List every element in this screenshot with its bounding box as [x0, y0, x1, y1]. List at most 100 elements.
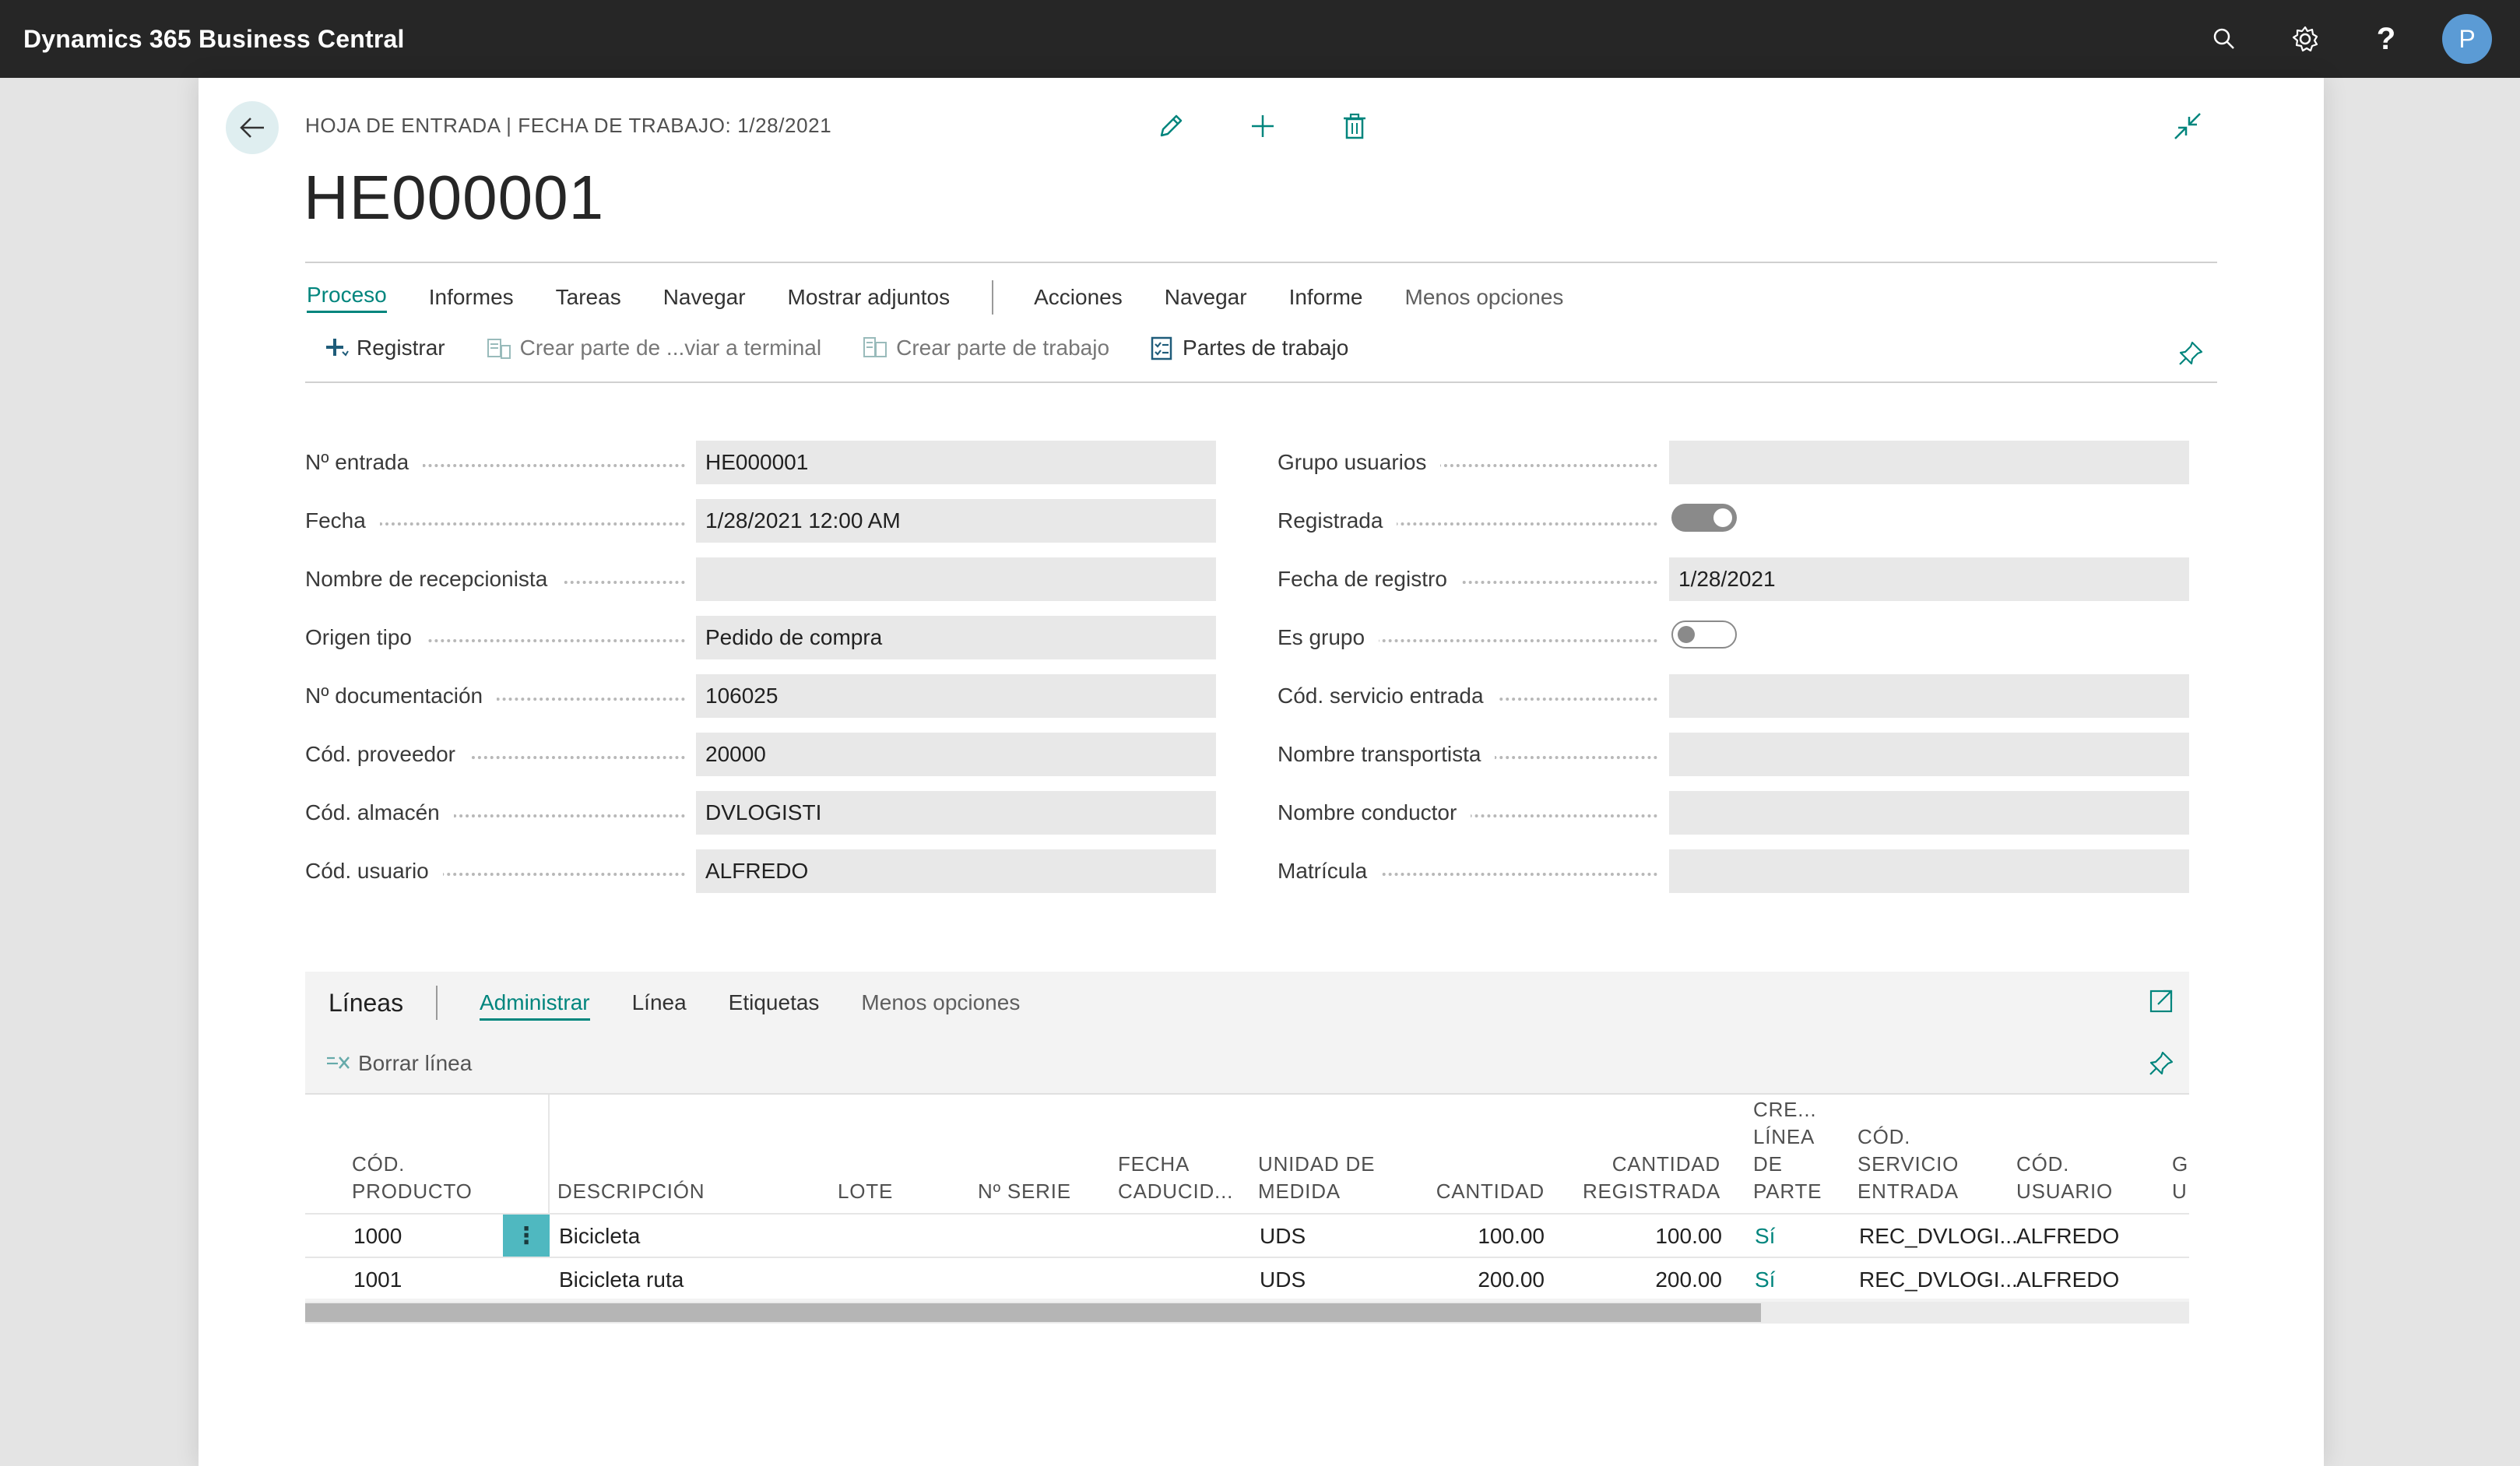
- checklist-icon: [1150, 335, 1175, 361]
- cell-unidad-medida[interactable]: UDS: [1260, 1224, 1306, 1249]
- tab-etiquetas[interactable]: Etiquetas: [729, 990, 820, 1021]
- app-title[interactable]: Dynamics 365 Business Central: [23, 25, 405, 54]
- new-plus-icon[interactable]: [1244, 107, 1281, 145]
- cell-cod-usuario[interactable]: ALFREDO: [2016, 1267, 2119, 1292]
- tab-linea[interactable]: Línea: [632, 990, 687, 1021]
- cell-cod-servicio-entrada[interactable]: REC_DVLOGI...: [1859, 1224, 2018, 1249]
- n-entrada-value[interactable]: HE000001: [696, 441, 1216, 484]
- crear-parte-terminal-button[interactable]: Crear parte de ...viar a terminal: [486, 335, 821, 361]
- cell-cod-usuario[interactable]: ALFREDO: [2016, 1224, 2119, 1249]
- search-icon[interactable]: [2199, 14, 2249, 64]
- tab-navegar[interactable]: Navegar: [663, 285, 746, 310]
- delete-trash-icon[interactable]: [1336, 107, 1373, 145]
- cod-proveedor-value[interactable]: 20000: [696, 733, 1216, 776]
- column-header-n-serie[interactable]: Nº SERIE: [978, 1178, 1071, 1205]
- column-header-cod-producto[interactable]: CÓD. PRODUCTO: [352, 1151, 473, 1205]
- tab-navegar-2[interactable]: Navegar: [1165, 285, 1247, 310]
- tab-acciones[interactable]: Acciones: [1034, 285, 1123, 310]
- user-avatar[interactable]: P: [2442, 14, 2492, 64]
- cell-crea-linea-parte[interactable]: Sí: [1755, 1224, 1775, 1249]
- field-cod-proveedor: Cód. proveedor: [305, 733, 685, 776]
- cell-cod-producto[interactable]: 1000: [353, 1224, 402, 1249]
- cod-almacen-value[interactable]: DVLOGISTI: [696, 791, 1216, 835]
- field-registrada: Registrada: [1278, 499, 1657, 543]
- cell-descripcion[interactable]: Bicicleta: [559, 1224, 640, 1249]
- breadcrumb: HOJA DE ENTRADA | FECHA DE TRABAJO: 1/28…: [305, 114, 832, 137]
- matricula-input[interactable]: [1669, 849, 2189, 893]
- help-icon[interactable]: ?: [2361, 14, 2411, 64]
- column-header-cod-servicio-entrada[interactable]: CÓD. SERVICIO ENTRADA: [1857, 1123, 1959, 1205]
- menu-separator: [992, 280, 994, 315]
- partes-trabajo-button[interactable]: Partes de trabajo: [1150, 335, 1348, 361]
- collapse-icon[interactable]: [2172, 111, 2209, 148]
- column-header-lote[interactable]: LOTE: [838, 1178, 893, 1205]
- field-nombre-recepcionista: Nombre de recepcionista: [305, 557, 685, 601]
- tab-proceso[interactable]: Proceso: [307, 283, 387, 313]
- column-header-descripcion[interactable]: DESCRIPCIÓN: [557, 1178, 705, 1205]
- delete-line-icon: [325, 1053, 350, 1074]
- borrar-linea-button[interactable]: Borrar línea: [325, 1051, 472, 1076]
- column-header-cod-usuario[interactable]: CÓD. USUARIO: [2016, 1151, 2113, 1205]
- registrar-button[interactable]: Registrar: [325, 336, 445, 360]
- cell-unidad-medida[interactable]: UDS: [1260, 1267, 1306, 1292]
- column-header-crea-linea-parte[interactable]: CRE... LÍNEA DE PARTE: [1753, 1096, 1822, 1205]
- nombre-conductor-input[interactable]: [1669, 791, 2189, 835]
- origen-tipo-value[interactable]: Pedido de compra: [696, 616, 1216, 659]
- registrada-toggle[interactable]: [1671, 504, 1737, 532]
- tab-mostrar-adjuntos[interactable]: Mostrar adjuntos: [788, 285, 951, 310]
- pin-icon[interactable]: [2147, 1049, 2175, 1081]
- horizontal-scrollbar-thumb[interactable]: [305, 1303, 1761, 1322]
- n-documentacion-value[interactable]: 106025: [696, 674, 1216, 718]
- cell-descripcion[interactable]: Bicicleta ruta: [559, 1267, 684, 1292]
- cell-cantidad[interactable]: 200.00: [1403, 1267, 1545, 1292]
- tab-menos-opciones[interactable]: Menos opciones: [1405, 285, 1564, 310]
- divider: [305, 262, 2217, 263]
- table-row[interactable]: 1000 ⋮ Bicicleta UDS 100.00 100.00 Sí RE…: [305, 1213, 2189, 1257]
- grupo-usuarios-input[interactable]: [1669, 441, 2189, 484]
- field-matricula: Matrícula: [1278, 849, 1657, 893]
- table-row[interactable]: 1001 Bicicleta ruta UDS 200.00 200.00 Sí…: [305, 1257, 2189, 1299]
- open-fullscreen-icon[interactable]: [2149, 987, 2175, 1018]
- field-origen-tipo: Origen tipo: [305, 616, 685, 659]
- field-cod-almacen: Cód. almacén: [305, 791, 685, 835]
- column-header-unidad-medida[interactable]: UNIDAD DE MEDIDA: [1258, 1151, 1375, 1205]
- app-bar: Dynamics 365 Business Central ? P: [0, 0, 2520, 78]
- es-grupo-toggle[interactable]: [1671, 621, 1737, 649]
- cell-crea-linea-parte[interactable]: Sí: [1755, 1267, 1775, 1292]
- column-header-cantidad-registrada[interactable]: CANTIDAD REGISTRADA: [1551, 1151, 1720, 1205]
- column-header-truncated[interactable]: GU: [2172, 1151, 2188, 1205]
- settings-gear-icon[interactable]: [2280, 14, 2330, 64]
- tab-informe[interactable]: Informe: [1289, 285, 1363, 310]
- column-header-cantidad[interactable]: CANTIDAD: [1403, 1178, 1545, 1205]
- cell-cod-producto[interactable]: 1001: [353, 1267, 402, 1292]
- tab-tareas[interactable]: Tareas: [556, 285, 621, 310]
- field-fecha: Fecha: [305, 499, 685, 543]
- column-header-fecha-caducidad[interactable]: FECHA CADUCID...: [1118, 1151, 1233, 1205]
- crear-parte-trabajo-button[interactable]: Crear parte de trabajo: [862, 335, 1109, 361]
- nombre-transportista-input[interactable]: [1669, 733, 2189, 776]
- field-fecha-registro: Fecha de registro: [1278, 557, 1657, 601]
- tab-administrar[interactable]: Administrar: [480, 990, 590, 1021]
- column-divider: [548, 1095, 550, 1216]
- edit-pencil-icon[interactable]: [1152, 107, 1190, 145]
- fecha-value[interactable]: 1/28/2021 12:00 AM: [696, 499, 1216, 543]
- cod-servicio-entrada-input[interactable]: [1669, 674, 2189, 718]
- cod-usuario-value[interactable]: ALFREDO: [696, 849, 1216, 893]
- document-terminal-icon: [486, 335, 512, 361]
- cell-cod-servicio-entrada[interactable]: REC_DVLOGI...: [1859, 1267, 2018, 1292]
- cell-cantidad[interactable]: 100.00: [1403, 1224, 1545, 1249]
- tab-informes[interactable]: Informes: [429, 285, 514, 310]
- row-actions-menu-icon[interactable]: ⋮: [503, 1215, 550, 1257]
- divider: [305, 381, 2217, 383]
- lines-title: Líneas: [329, 989, 404, 1017]
- nombre-recepcionista-input[interactable]: [696, 557, 1216, 601]
- field-es-grupo: Es grupo: [1278, 616, 1657, 659]
- pin-icon[interactable]: [2177, 339, 2205, 371]
- menu-separator: [436, 986, 438, 1020]
- fecha-registro-value[interactable]: 1/28/2021: [1669, 557, 2189, 601]
- post-plus-icon: [325, 336, 349, 360]
- action-bar: Registrar Crear parte de ...viar a termi…: [325, 335, 1389, 361]
- back-button[interactable]: [226, 101, 279, 154]
- cell-cantidad-registrada: 100.00: [1655, 1224, 1722, 1248]
- tab-menos-opciones-lines[interactable]: Menos opciones: [861, 990, 1020, 1021]
